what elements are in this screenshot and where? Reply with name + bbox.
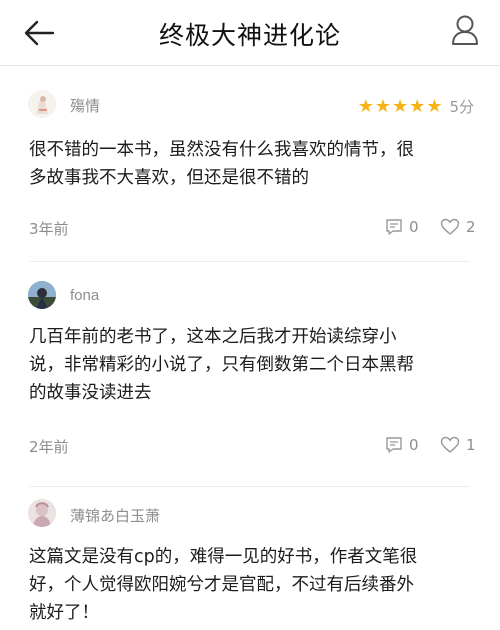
avatar[interactable] xyxy=(28,90,56,118)
comment-item: 薄锦あ白玉萧 这篇文是没有cp的，难得一见的好书，作者文笔很 好，个人觉得欧阳婉… xyxy=(0,487,500,630)
comment-text-line: 的故事没读进去 xyxy=(29,383,152,403)
comment-icon xyxy=(386,437,402,453)
star-icon: ★ xyxy=(426,95,443,117)
star-icon: ★ xyxy=(392,95,409,117)
comment-text-line: 多故事我不大喜欢，但还是很不错的 xyxy=(29,168,309,188)
comment-text-line: 几百年前的老书了，这本之后我才开始读综穿小 xyxy=(29,327,397,347)
comment-time: 2年前 xyxy=(29,438,69,456)
like-button[interactable]: 1 xyxy=(440,436,476,454)
comment-text-line: 这篇文是没有cp的，难得一见的好书，作者文笔很 xyxy=(29,547,418,567)
comment-text-line: 好，个人觉得欧阳婉兮才是官配，不过有后续番外 xyxy=(29,575,414,595)
comment-item: 殤情 ★ ★ ★ ★ ★ 5分 很不错的一本书，虽然没有什么我喜欢的情节，很 多… xyxy=(0,66,500,262)
comment-text: 很不错的一本书，虽然没有什么我喜欢的情节，很 多故事我不大喜欢，但还是很不错的 xyxy=(29,136,479,192)
star-icon: ★ xyxy=(357,95,374,117)
reply-button[interactable]: 0 xyxy=(385,218,419,236)
rating-text: 5分 xyxy=(449,98,474,116)
like-button[interactable]: 2 xyxy=(440,218,476,236)
avatar-image xyxy=(28,90,56,118)
comment-time: 3年前 xyxy=(29,220,69,238)
comment-text-line: 就好了！ xyxy=(29,603,99,623)
like-count: 1 xyxy=(466,436,476,454)
reply-count: 0 xyxy=(409,218,419,236)
avatar[interactable] xyxy=(28,499,56,527)
comment-username[interactable]: 殤情 xyxy=(70,95,100,116)
top-bar: 终极大神进化论 xyxy=(0,0,500,66)
profile-button[interactable] xyxy=(450,14,480,46)
avatar[interactable] xyxy=(28,281,56,309)
avatar-image xyxy=(28,281,56,309)
comment-text-line: 很不错的一本书，虽然没有什么我喜欢的情节，很 xyxy=(29,140,414,160)
reply-count: 0 xyxy=(409,436,419,454)
comment-username[interactable]: 薄锦あ白玉萧 xyxy=(70,505,160,526)
reply-button[interactable]: 0 xyxy=(385,436,419,454)
comment-text-line: 说，非常精彩的小说了，只有倒数第二个日本黑帮 xyxy=(29,355,414,375)
like-count: 2 xyxy=(466,218,476,236)
avatar-image xyxy=(28,499,56,527)
app-screen: 终极大神进化论 殤情 ★ ★ ★ ★ ★ 5分 很不错的一本书，虽然没有什么我喜… xyxy=(0,0,500,630)
heart-icon xyxy=(440,218,460,235)
heart-icon xyxy=(440,436,460,453)
star-icon: ★ xyxy=(374,95,392,117)
star-icon: ★ xyxy=(409,95,426,117)
comment-icon xyxy=(386,219,402,235)
rating: ★ ★ ★ ★ ★ 5分 xyxy=(358,96,474,117)
comment-item: fona 几百年前的老书了，这本之后我才开始读综穿小 说，非常精彩的小说了，只有… xyxy=(0,262,500,487)
comment-text: 这篇文是没有cp的，难得一见的好书，作者文笔很 好，个人觉得欧阳婉兮才是官配，不… xyxy=(29,543,479,627)
comment-username[interactable]: fona xyxy=(70,287,99,304)
user-icon xyxy=(452,15,478,45)
page-title: 终极大神进化论 xyxy=(158,21,341,50)
comment-text: 几百年前的老书了，这本之后我才开始读综穿小 说，非常精彩的小说了，只有倒数第二个… xyxy=(29,323,479,407)
